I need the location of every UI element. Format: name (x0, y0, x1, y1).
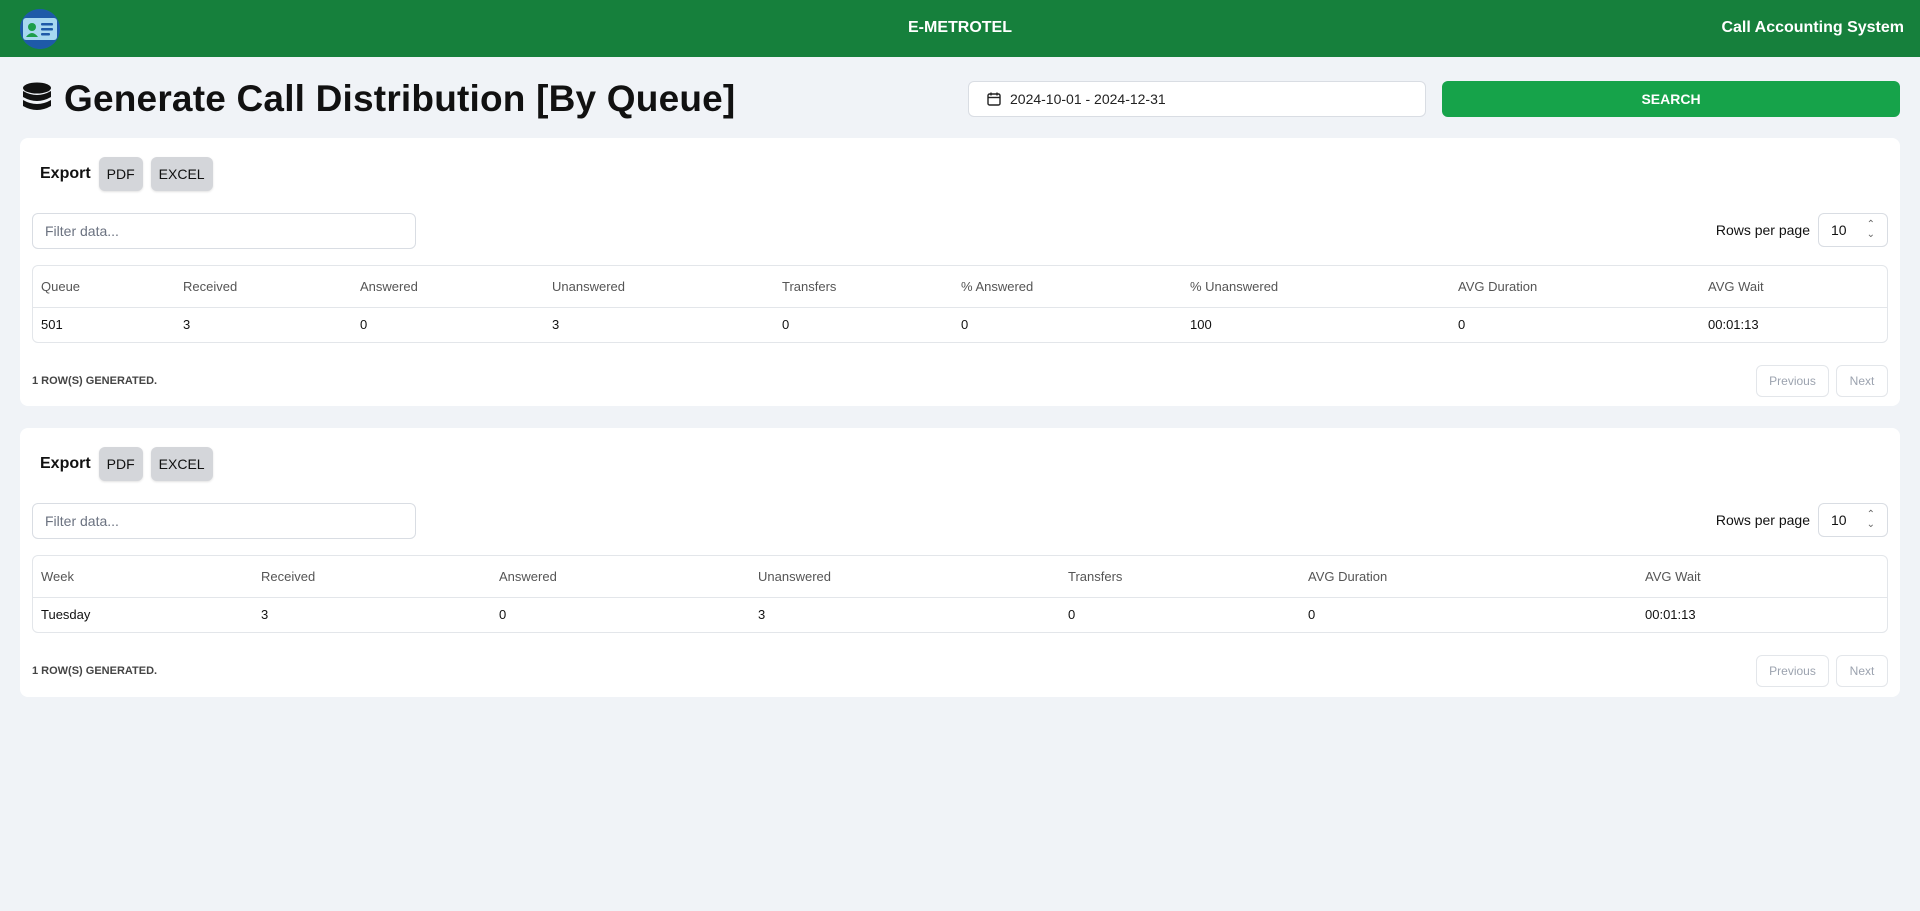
column-header[interactable]: AVG Duration (1300, 556, 1637, 598)
column-header[interactable]: Transfers (1060, 556, 1300, 598)
export-pdf-button[interactable]: PDF (98, 447, 143, 481)
export-label: Export (40, 165, 91, 182)
rows-per-page-select[interactable]: 10 ⌃ ⌄ (1818, 503, 1888, 537)
next-page-button[interactable]: Next (1836, 365, 1888, 397)
table-cell: 100 (1190, 317, 1212, 333)
top-navbar: E-METROTEL Call Accounting System (0, 0, 1920, 57)
table-cell: 0 (1458, 317, 1466, 333)
rows-generated-count: 1 ROW(S) GENERATED. (32, 375, 158, 387)
chevron-up-down-icon: ⌃ ⌄ (1866, 219, 1875, 240)
table-cell: 501 (41, 317, 63, 333)
column-header[interactable]: Week (33, 556, 253, 598)
search-button[interactable]: SEARCH (1442, 81, 1900, 117)
column-header[interactable]: Received (253, 556, 491, 598)
system-name: Call Accounting System (1721, 19, 1904, 36)
column-header[interactable]: Answered (352, 266, 544, 308)
queue-table: Queue Received Answered Unanswered Trans… (32, 265, 1888, 343)
rows-per-page: Rows per page 10 ⌃ ⌄ (1716, 213, 1888, 247)
calendar-icon (987, 92, 1001, 106)
rows-generated-count: 1 ROW(S) GENERATED. (32, 665, 158, 677)
table-cell: 3 (552, 317, 560, 333)
table-cell: Tuesday (41, 607, 91, 623)
rows-per-page-label: Rows per page (1715, 512, 1810, 528)
previous-page-button[interactable]: Previous (1756, 365, 1829, 397)
table-cell: 0 (360, 317, 368, 333)
rows-per-page: Rows per page 10 ⌃ ⌄ (1716, 503, 1888, 537)
export-excel-button[interactable]: EXCEL (150, 157, 213, 191)
table-cell: 0 (782, 317, 790, 333)
column-header[interactable]: AVG Wait (1637, 556, 1887, 598)
week-report-card: Export PDF EXCEL Rows per page 10 ⌃⌄ Wee… (20, 428, 1900, 697)
rows-per-page-value: 10 (1831, 512, 1847, 528)
database-icon (23, 82, 51, 110)
week-table: Week Received Answered Unanswered Transf… (32, 555, 1888, 633)
app-name: E-METROTEL (908, 19, 1012, 36)
page-header: Generate Call Distribution [By Queue] (22, 78, 735, 120)
column-header[interactable]: % Unanswered (1182, 266, 1450, 308)
table-cell: 0 (499, 607, 507, 623)
column-header[interactable]: Queue (33, 266, 175, 308)
column-header[interactable]: AVG Duration (1450, 266, 1700, 308)
column-header[interactable]: Unanswered (544, 266, 774, 308)
table-cell: 0 (1068, 607, 1076, 623)
column-header[interactable]: Transfers (774, 266, 953, 308)
date-range-picker[interactable]: 2024-10-01 - 2024-12-31 (968, 81, 1426, 117)
filter-input[interactable] (32, 503, 416, 539)
queue-report-card: Export PDF EXCEL Rows per page 10 ⌃⌄ Que… (20, 138, 1900, 406)
rows-per-page-select[interactable]: 10 ⌃ ⌄ (1818, 213, 1888, 247)
pagination: Previous Next (1749, 655, 1888, 687)
table-cell: 0 (1308, 607, 1316, 623)
export-toolbar: Export PDF EXCEL (40, 447, 221, 481)
table-cell: 3 (261, 607, 269, 623)
page-title: Generate Call Distribution [By Queue] (64, 78, 736, 119)
next-page-button[interactable]: Next (1836, 655, 1888, 687)
column-header[interactable]: AVG Wait (1700, 266, 1887, 308)
table-row[interactable]: 501 3 0 3 0 0 100 0 00:01:13 (33, 307, 1887, 342)
chevron-up-down-icon: ⌃ ⌄ (1866, 509, 1875, 530)
export-toolbar: Export PDF EXCEL (40, 157, 221, 191)
export-excel-button[interactable]: EXCEL (150, 447, 213, 481)
table-cell: 0 (961, 317, 969, 333)
table-cell: 3 (758, 607, 766, 623)
column-header[interactable]: % Answered (953, 266, 1182, 308)
table-cell: 3 (183, 317, 191, 333)
pagination: Previous Next (1749, 365, 1888, 397)
export-label: Export (40, 455, 91, 472)
export-pdf-button[interactable]: PDF (98, 157, 143, 191)
column-header[interactable]: Answered (491, 556, 750, 598)
table-header-row: Queue Received Answered Unanswered Trans… (33, 266, 1887, 308)
table-cell: 00:01:13 (1708, 317, 1759, 333)
date-range-value: 2024-10-01 - 2024-12-31 (1010, 91, 1166, 107)
column-header[interactable]: Unanswered (750, 556, 1060, 598)
rows-per-page-label: Rows per page (1715, 222, 1810, 238)
rows-per-page-value: 10 (1831, 222, 1847, 238)
filter-input[interactable] (32, 213, 416, 249)
table-row[interactable]: Tuesday 3 0 3 0 0 00:01:13 (33, 597, 1887, 632)
column-header[interactable]: Received (175, 266, 352, 308)
table-header-row: Week Received Answered Unanswered Transf… (33, 556, 1887, 598)
table-cell: 00:01:13 (1645, 607, 1696, 623)
previous-page-button[interactable]: Previous (1756, 655, 1829, 687)
